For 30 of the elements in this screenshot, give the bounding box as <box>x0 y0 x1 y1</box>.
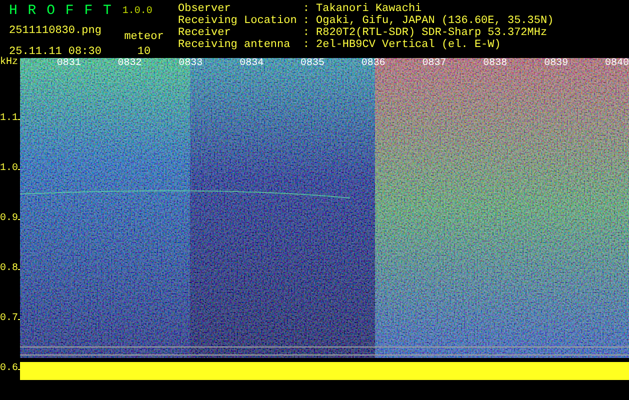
axis-label: 1.1 <box>0 114 18 124</box>
time-label: 0834 <box>238 58 264 69</box>
info-label: Receiving antenna <box>178 39 292 51</box>
axis-label: 0.7 <box>0 314 18 324</box>
info-label: Receiving Location <box>178 15 297 27</box>
time-label: 0838 <box>482 58 508 69</box>
file-name: 2511110830.png <box>9 25 102 37</box>
info-value: : Takanori Kawachi <box>302 3 423 15</box>
time-label: 0831 <box>56 58 81 69</box>
info-value: : R820T2(RTL-SDR) SDR-Sharp 53.372MHz <box>302 27 548 39</box>
time-label: 0832 <box>116 58 142 69</box>
time-label: 0835 <box>299 58 324 69</box>
app-title: H R O F F T <box>9 3 112 19</box>
info-label: Receiver <box>178 27 232 39</box>
meteor-label: meteor <box>124 31 164 43</box>
axis-unit: kHz <box>0 58 20 68</box>
meteor-count: 10 <box>137 46 151 58</box>
time-label: 0837 <box>421 58 446 69</box>
date-time: 25.11.11 08:30 <box>9 46 102 58</box>
time-label: 0840 <box>604 58 629 69</box>
axis-label: 0.6 <box>0 364 18 374</box>
axis-label: 1.0 <box>0 164 18 174</box>
info-value: : Ogaki, Gifu, JAPAN (136.60E, 35.35N) <box>302 15 554 27</box>
time-label: 0833 <box>178 58 203 69</box>
axis-label: 0.8 <box>0 264 18 274</box>
axis-label: 0.9 <box>0 214 18 224</box>
app-version: 1.0.0 <box>122 5 152 19</box>
info-value: : 2el-HB9CV Vertical (el. E-W) <box>302 39 502 51</box>
time-label: 0839 <box>543 58 568 69</box>
info-label: Observer <box>178 3 232 15</box>
